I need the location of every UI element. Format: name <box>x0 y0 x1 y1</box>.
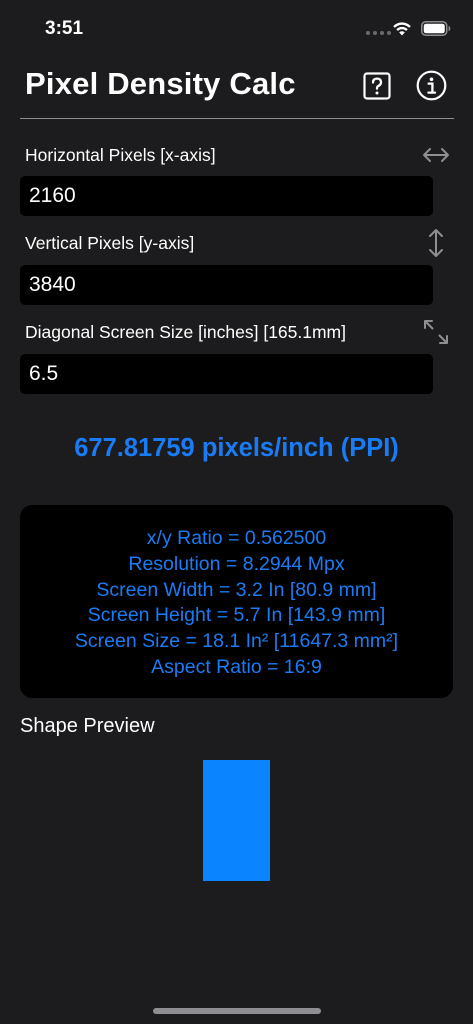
battery-icon <box>421 21 451 36</box>
help-icon[interactable] <box>363 72 391 100</box>
diagonal-arrows-icon[interactable] <box>420 316 452 348</box>
stat-screen-height: Screen Height = 5.7 In [143.9 mm] <box>87 604 386 627</box>
stats-panel: x/y Ratio = 0.562500 Resolution = 8.2944… <box>20 505 453 698</box>
horizontal-pixels-input[interactable] <box>20 176 433 216</box>
signal-dots-icon <box>366 31 391 35</box>
info-icon[interactable] <box>416 70 447 101</box>
stat-screen-size: Screen Size = 18.1 In² [11647.3 mm²] <box>74 630 399 653</box>
diagonal-size-label: Diagonal Screen Size [inches] [165.1mm] <box>25 322 346 342</box>
stat-resolution: Resolution = 8.2944 Mpx <box>128 552 345 575</box>
stat-screen-width: Screen Width = 3.2 In [80.9 mm] <box>96 578 377 601</box>
wifi-icon <box>393 22 411 36</box>
stat-aspect-ratio: Aspect Ratio = 16:9 <box>151 655 322 678</box>
status-time: 3:51 <box>45 18 84 39</box>
vertical-pixels-label: Vertical Pixels [y-axis] <box>25 233 195 253</box>
title-divider <box>20 118 454 119</box>
diagonal-size-input[interactable] <box>20 354 433 394</box>
horizontal-pixels-label: Horizontal Pixels [x-axis] <box>25 145 216 165</box>
vertical-pixels-input[interactable] <box>20 265 433 305</box>
home-indicator <box>153 1008 321 1014</box>
ppi-result: 677.81759 pixels/inch (PPI) <box>74 434 399 462</box>
status-bar: 3:51 <box>0 0 473 56</box>
horizontal-arrows-icon[interactable] <box>420 139 452 171</box>
shape-preview-label: Shape Preview <box>20 715 155 737</box>
app-title: Pixel Density Calc <box>25 66 296 101</box>
shape-preview-rectangle <box>203 760 270 881</box>
vertical-arrows-icon[interactable] <box>420 227 452 259</box>
stat-xy-ratio: x/y Ratio = 0.562500 <box>146 527 327 549</box>
